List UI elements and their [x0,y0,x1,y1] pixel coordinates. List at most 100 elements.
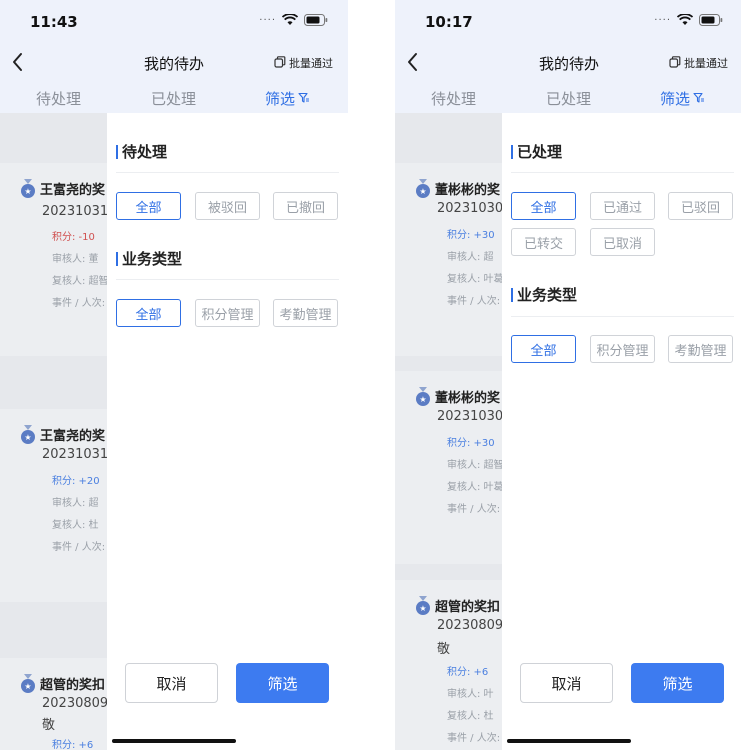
card-score: 积分: +30 [447,438,495,449]
chip-transferred[interactable]: 已转交 [511,228,576,256]
divider [511,316,734,317]
filter-submit-button[interactable]: 筛选 [631,663,724,703]
tab-pending[interactable]: 待处理 [36,88,81,109]
filter-icon [298,90,310,108]
card-score: 积分: +20 [52,476,100,487]
phone-screen-left: ★ 王富尧的奖 20231031-r 积分: -10 审核人: 董 复核人: 超… [0,0,348,750]
tab-filter-label: 筛选 [265,90,296,108]
wifi-icon [282,14,298,26]
section-accent-bar [116,144,118,159]
batch-approve-label: 批量通过 [684,57,728,70]
card-reviewer: 审核人: 超 [52,498,99,509]
status-icons: ···· [654,14,723,26]
header: 11:43 ···· 我的待办 批量通过 待处理 已处理 筛选 [0,0,348,113]
card-event: 事件 / 人次: [447,733,501,744]
card-event: 事件 / 人次: [52,298,106,309]
battery-icon [699,14,723,26]
chip-attendance-management[interactable]: 考勤管理 [668,335,733,363]
tab-filter[interactable]: 筛选 [660,88,705,109]
phone-screen-right: ★ 董彬彬的奖 20231030- 积分: +30 审核人: 超 复核人: 叶葛… [395,0,741,750]
filter-drawer: 已处理 全部 已通过 已驳回 已转交 已取消 业务类型 全部 积分管理 考勤管理… [502,113,741,750]
card-rechecker: 复核人: 叶葛 [447,274,504,285]
chip-rejected[interactable]: 已驳回 [668,192,733,220]
section-business-label: 业务类型 [517,286,578,304]
signal-icon: ···· [654,14,671,26]
filter-drawer: 待处理 全部 被驳回 已撤回 业务类型 全部 积分管理 考勤管理 取消 筛选 [107,113,348,750]
card-event: 事件 / 人次: [52,542,106,553]
filter-submit-button[interactable]: 筛选 [236,663,329,703]
section-business-label: 业务类型 [122,250,183,268]
header: 10:17 ···· 我的待办 批量通过 待处理 已处理 筛选 [395,0,741,113]
medal-icon: ★ [20,179,36,199]
svg-text:★: ★ [419,395,426,404]
chip-attendance-management[interactable]: 考勤管理 [273,299,338,327]
cancel-button[interactable]: 取消 [520,663,613,703]
tab-pending[interactable]: 待处理 [431,88,476,109]
card-title: 王富尧的奖 [40,183,106,198]
card-id: 20230809- [42,696,113,711]
card-rechecker: 复核人: 杜 [52,520,99,531]
chip-approved[interactable]: 已通过 [590,192,655,220]
card-id: 20230809- [437,618,508,633]
status-bar: 10:17 ···· [395,0,741,44]
section-business-title: 业务类型 [511,284,577,305]
tab-processed[interactable]: 已处理 [151,88,196,109]
status-bar: 11:43 ···· [0,0,348,44]
divider [116,172,339,173]
batch-approve-label: 批量通过 [289,57,333,70]
card-title: 超管的奖扣 [40,678,106,693]
card-rechecker: 复核人: 叶葛 [447,482,504,493]
section-status-title: 待处理 [116,141,167,162]
card-title: 董彬彬的奖 [435,391,501,406]
section-status-label: 已处理 [517,143,563,161]
tab-bar: 待处理 已处理 筛选 [0,82,348,112]
card-score: 积分: +6 [52,740,94,750]
section-accent-bar [511,287,513,302]
card-id-suffix: 敬 [42,718,56,733]
medal-icon: ★ [20,425,36,445]
card-title: 董彬彬的奖 [435,183,501,198]
section-accent-bar [116,251,118,266]
chip-all-status[interactable]: 全部 [511,192,576,220]
copy-icon [669,55,681,71]
wifi-icon [677,14,693,26]
divider [511,172,734,173]
status-time: 11:43 [30,13,78,31]
card-reviewer: 审核人: 超 [447,252,494,263]
chip-cancelled[interactable]: 已取消 [590,228,655,256]
svg-text:★: ★ [24,187,31,196]
status-time: 10:17 [425,13,473,31]
card-id: 20231030- [437,201,508,216]
home-indicator [112,739,236,743]
cancel-button[interactable]: 取消 [125,663,218,703]
card-id-suffix: 敬 [437,642,451,657]
chip-all-business[interactable]: 全部 [116,299,181,327]
card-rechecker: 复核人: 杜 [447,711,494,722]
signal-icon: ···· [259,14,276,26]
svg-text:★: ★ [24,682,31,691]
chip-points-management[interactable]: 积分管理 [590,335,655,363]
card-score: 积分: -10 [52,232,95,243]
chip-all-business[interactable]: 全部 [511,335,576,363]
tab-filter[interactable]: 筛选 [265,88,310,109]
chip-rejected[interactable]: 被驳回 [195,192,260,220]
card-reviewer: 审核人: 董 [52,254,99,265]
section-status-title: 已处理 [511,141,562,162]
svg-text:★: ★ [419,604,426,613]
tab-bar: 待处理 已处理 筛选 [395,82,741,112]
divider [116,279,339,280]
nav-bar: 我的待办 批量通过 [395,44,741,80]
chip-points-management[interactable]: 积分管理 [195,299,260,327]
chip-all-status[interactable]: 全部 [116,192,181,220]
filter-icon [693,90,705,108]
card-event: 事件 / 人次: [447,504,501,515]
section-accent-bar [511,144,513,159]
tab-processed[interactable]: 已处理 [546,88,591,109]
batch-approve-button[interactable]: 批量通过 [274,55,333,71]
tab-filter-label: 筛选 [660,90,691,108]
card-score: 积分: +6 [447,667,489,678]
batch-approve-button[interactable]: 批量通过 [669,55,728,71]
chip-withdrawn[interactable]: 已撤回 [273,192,338,220]
medal-icon: ★ [415,179,431,199]
svg-text:★: ★ [24,433,31,442]
